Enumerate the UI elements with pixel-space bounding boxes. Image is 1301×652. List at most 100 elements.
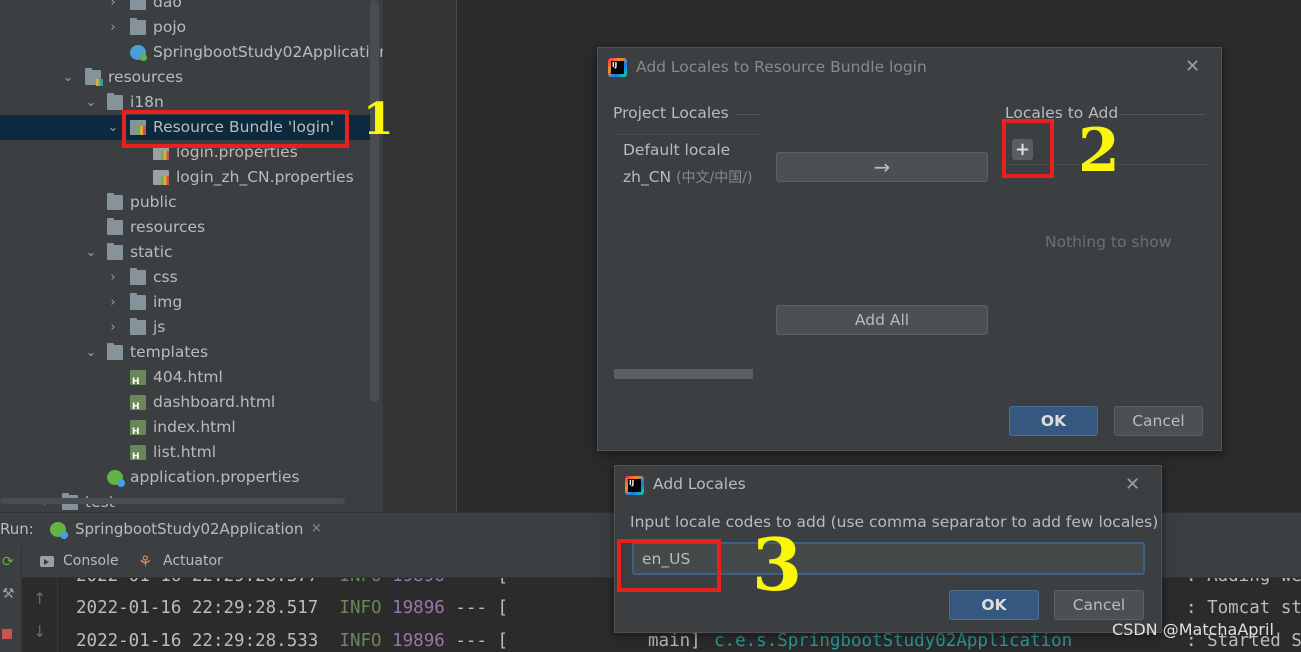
scroll-down-icon[interactable]: ↓ bbox=[33, 622, 46, 641]
tree-item[interactable]: › js bbox=[0, 315, 372, 340]
tree-item-label: templates bbox=[130, 343, 209, 361]
tree-item[interactable]: login_zh_CN.properties bbox=[0, 165, 372, 190]
cancel-button[interactable]: Cancel bbox=[1114, 406, 1203, 436]
close-icon[interactable]: ✕ bbox=[1125, 474, 1140, 495]
tree-item-label: resources bbox=[108, 68, 184, 86]
ok-button[interactable]: OK bbox=[1009, 406, 1098, 436]
editor-gutter bbox=[383, 0, 457, 512]
rerun-icon[interactable]: ⟳ bbox=[2, 555, 16, 569]
tree-item[interactable]: › dao bbox=[0, 0, 372, 15]
annotation-step-2: 2 bbox=[1078, 116, 1120, 186]
tree-item[interactable]: › img bbox=[0, 290, 372, 315]
tree-item-label: SpringbootStudy02Application bbox=[153, 43, 383, 61]
log-pid: 19896 bbox=[392, 578, 445, 586]
tree-item[interactable]: › css bbox=[0, 265, 372, 290]
tab-console[interactable]: Console bbox=[40, 545, 119, 578]
project-tree[interactable]: › dao › pojo SpringbootStudy02Application ⌄ re… bbox=[0, 0, 383, 512]
tree-item-label: login_zh_CN.properties bbox=[176, 168, 354, 186]
stop-icon[interactable] bbox=[2, 629, 12, 639]
folder-icon bbox=[107, 343, 123, 360]
console-gutter: ↑ ↓ bbox=[22, 578, 58, 652]
log-pid: 19896 bbox=[392, 598, 445, 618]
log-timestamp: 2022-01-16 22:29:28.533 bbox=[76, 631, 319, 651]
list-item[interactable]: zh_CN (中文/中国/) bbox=[623, 167, 752, 187]
intellij-logo-icon: IJ bbox=[625, 476, 644, 495]
close-icon[interactable]: ✕ bbox=[1185, 56, 1200, 77]
tree-item-label: index.html bbox=[153, 418, 236, 436]
html-file-icon bbox=[130, 395, 146, 412]
move-locale-button[interactable]: → bbox=[776, 152, 988, 182]
close-tab-icon[interactable]: × bbox=[311, 521, 322, 536]
tree-item-label: list.html bbox=[153, 443, 216, 461]
chevron-down-icon[interactable]: ⌄ bbox=[62, 65, 74, 90]
tree-item[interactable]: SpringbootStudy02Application bbox=[0, 40, 383, 65]
log-message: : Adding welc bbox=[1186, 578, 1301, 589]
folder-icon bbox=[107, 193, 123, 210]
tab-actuator[interactable]: ⚘ Actuator bbox=[138, 545, 223, 578]
log-message: : Tomcat star bbox=[1186, 598, 1301, 618]
tree-item[interactable]: resources bbox=[0, 215, 372, 240]
run-label: Run: bbox=[0, 520, 34, 538]
tree-item[interactable]: ⌄ resources bbox=[0, 65, 372, 90]
console-tab-label: Console bbox=[63, 553, 119, 569]
log-level: INFO bbox=[339, 598, 382, 618]
tree-item-label: css bbox=[153, 268, 178, 286]
project-locales-label: Project Locales bbox=[613, 104, 729, 122]
actuator-icon: ⚘ bbox=[138, 552, 153, 571]
tree-item[interactable]: application.properties bbox=[0, 465, 372, 490]
ok-button[interactable]: OK bbox=[949, 590, 1039, 620]
log-level: INFO bbox=[339, 631, 382, 651]
highlight-box-3 bbox=[617, 539, 721, 592]
highlight-box-1 bbox=[122, 110, 349, 148]
html-file-icon bbox=[130, 370, 146, 387]
folder-icon bbox=[107, 93, 123, 110]
run-tab-label: SpringbootStudy02Application bbox=[75, 520, 304, 538]
tree-item[interactable]: index.html bbox=[0, 415, 372, 440]
folder-icon bbox=[107, 218, 123, 235]
chevron-down-icon[interactable]: ⌄ bbox=[85, 340, 97, 365]
vertical-scrollbar[interactable] bbox=[370, 0, 379, 402]
chevron-down-icon[interactable]: ⌄ bbox=[107, 115, 119, 140]
wrench-icon[interactable]: ⚒ bbox=[2, 587, 16, 601]
tree-item[interactable]: list.html bbox=[0, 440, 372, 465]
folder-icon bbox=[130, 18, 146, 35]
watermark: CSDN @MatchaApril bbox=[1112, 620, 1274, 639]
dialog-title: Add Locales bbox=[653, 475, 746, 493]
run-toolbar: ⟳ ⚒ bbox=[0, 545, 22, 652]
chevron-down-icon[interactable]: ⌄ bbox=[85, 90, 97, 115]
chevron-right-icon[interactable]: › bbox=[107, 15, 119, 40]
html-file-icon bbox=[130, 445, 146, 462]
log-separator: --- [ bbox=[455, 598, 509, 618]
scroll-up-icon[interactable]: ↑ bbox=[33, 589, 46, 608]
spring-properties-icon bbox=[107, 470, 125, 487]
list-item[interactable]: Default locale bbox=[623, 141, 730, 159]
annotation-step-3: 3 bbox=[752, 522, 803, 607]
folder-icon bbox=[107, 243, 123, 260]
chevron-right-icon[interactable]: › bbox=[107, 315, 119, 340]
chevron-right-icon[interactable]: › bbox=[107, 290, 119, 315]
chevron-right-icon[interactable]: › bbox=[107, 265, 119, 290]
tree-item[interactable]: ⌄ templates bbox=[0, 340, 372, 365]
tree-item[interactable]: public bbox=[0, 190, 372, 215]
tree-item-label: resources bbox=[130, 218, 206, 236]
add-all-button[interactable]: Add All bbox=[776, 305, 988, 335]
horizontal-scrollbar[interactable] bbox=[0, 498, 345, 504]
annotation-step-1: 1 bbox=[363, 94, 394, 145]
properties-file-icon bbox=[153, 170, 169, 185]
tree-item[interactable]: dashboard.html bbox=[0, 390, 372, 415]
separator bbox=[1119, 114, 1206, 115]
project-locales-list[interactable]: Default locale zh_CN (中文/中国/) bbox=[613, 134, 759, 370]
horizontal-scrollbar[interactable] bbox=[614, 369, 753, 379]
chevron-down-icon[interactable]: ⌄ bbox=[85, 240, 97, 265]
actuator-tab-label: Actuator bbox=[163, 553, 223, 569]
folder-icon bbox=[130, 293, 146, 310]
cancel-button[interactable]: Cancel bbox=[1054, 590, 1144, 620]
log-timestamp: 2022-01-16 22:29:28.517 bbox=[76, 598, 319, 618]
tree-item[interactable]: 404.html bbox=[0, 365, 372, 390]
log-separator: --- [ bbox=[455, 631, 509, 651]
log-separator: --- [ bbox=[455, 578, 508, 586]
chevron-right-icon[interactable]: › bbox=[107, 0, 119, 15]
tree-item[interactable]: ⌄ static bbox=[0, 240, 372, 265]
run-configuration-tab[interactable]: SpringbootStudy02Application bbox=[46, 513, 303, 546]
tree-item[interactable]: › pojo bbox=[0, 15, 372, 40]
